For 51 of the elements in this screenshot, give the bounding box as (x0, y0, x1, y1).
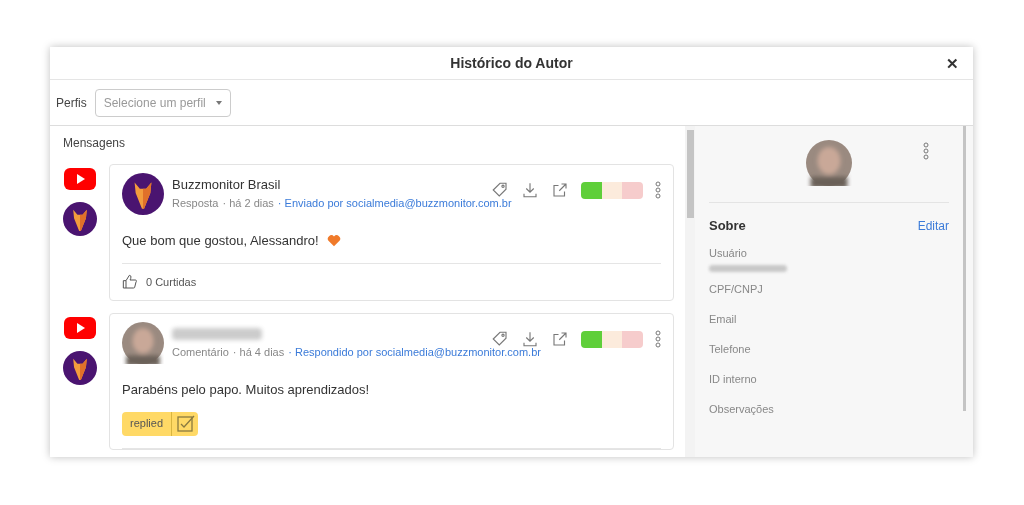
sentiment-option[interactable] (601, 181, 623, 199)
caret-icon (215, 100, 222, 105)
message-text: Parabéns pelo papo. Muitos aprendizados! (122, 381, 370, 399)
tag-label: replied (129, 416, 165, 432)
avatar (122, 322, 164, 364)
sentiment-option[interactable] (601, 330, 623, 348)
sentiment-option[interactable] (581, 330, 602, 348)
field-label: Observações (709, 401, 775, 417)
thumbs-up-icon[interactable] (122, 273, 138, 290)
tag-icon[interactable] (491, 330, 509, 348)
field-label: CPF/CNPJ (709, 281, 764, 297)
messages-heading: Mensagens (63, 135, 127, 152)
fox-logo-icon (63, 351, 97, 385)
fox-logo-icon (63, 202, 97, 236)
scrollbar-thumb[interactable] (963, 126, 966, 411)
more-options-icon[interactable] (923, 142, 929, 160)
download-icon[interactable] (521, 330, 539, 348)
profiles-label: Perfis (56, 94, 87, 112)
profile-select[interactable]: Selecione um perfil (94, 88, 231, 117)
message-time: · há 4 dias (232, 345, 285, 360)
field-label: Email (709, 311, 738, 327)
field-label: Telefone (709, 341, 752, 357)
likes-count: 0 Curtidas (146, 274, 197, 290)
about-title: Sobre (709, 217, 746, 235)
message-text: Que bom que gostou, Alessandro! (122, 232, 319, 250)
youtube-icon (64, 168, 96, 190)
more-options-icon[interactable] (655, 330, 661, 348)
handled-by-link[interactable]: · Enviado por socialmedia@buzzmonitor.com.br (277, 195, 512, 211)
sentiment-option[interactable] (581, 181, 602, 199)
sentiment-option[interactable] (622, 330, 643, 348)
external-link-icon[interactable] (551, 330, 569, 348)
more-options-icon[interactable] (655, 181, 661, 199)
message-type: Resposta (172, 196, 219, 211)
download-icon[interactable] (521, 181, 539, 199)
sentiment-option[interactable] (622, 181, 643, 199)
message-type: Comentário (172, 345, 229, 360)
message-time: · há 2 dias (222, 196, 274, 211)
field-label: ID interno (709, 371, 758, 387)
external-link-icon[interactable] (551, 181, 569, 199)
edit-link[interactable]: Editar (917, 216, 949, 235)
field-label: Usuário (709, 246, 748, 261)
avatar (806, 140, 852, 186)
fox-logo-icon (122, 173, 164, 215)
handled-by-link[interactable]: · Respondido por socialmedia@buzzmonitor.com.br (288, 344, 541, 360)
author-name: Buzzmonitor Brasil (172, 176, 282, 194)
tag-icon[interactable] (491, 181, 509, 199)
tag-chip[interactable]: replied (122, 411, 199, 436)
youtube-icon (64, 317, 96, 339)
close-button[interactable]: ✕ (946, 53, 959, 76)
dialog-title: Histórico do Autor (450, 53, 573, 73)
scrollbar-thumb[interactable] (686, 130, 694, 218)
